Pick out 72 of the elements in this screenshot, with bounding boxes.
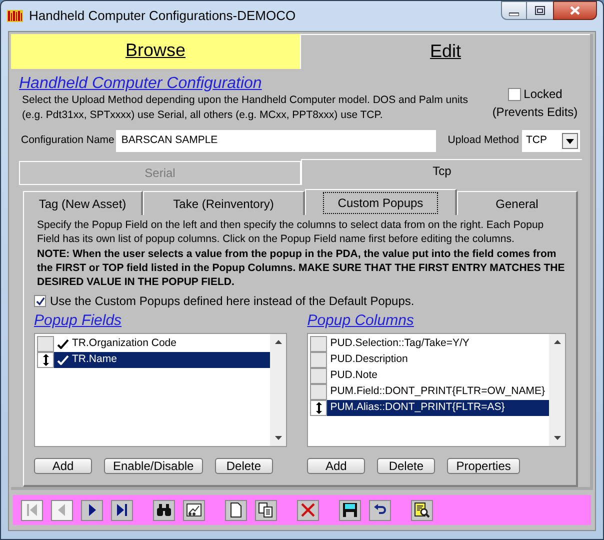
tab[interactable]: General	[457, 191, 578, 215]
list-item[interactable]: TR.Name	[37, 352, 270, 368]
tab[interactable]: Tag (New Asset)	[23, 191, 143, 215]
tab[interactable]: Edit	[300, 34, 590, 69]
list-heading: Popup Fields	[34, 312, 123, 330]
note-text: (Prevents Edits)	[492, 104, 578, 121]
document-magnifier-icon	[414, 502, 430, 518]
list-item[interactable]: TR.Organization Code	[37, 336, 270, 352]
scrollbar[interactable]	[270, 334, 286, 446]
button[interactable]: Enable/Disable	[104, 458, 203, 474]
cross-icon	[300, 502, 316, 518]
checkbox[interactable]	[508, 88, 521, 100]
button[interactable]: Delete	[377, 458, 436, 474]
checkbox-label: Locked	[524, 86, 562, 103]
list-item[interactable]: PUD.Selection::Tag/Take=Y/Y	[310, 336, 549, 352]
toolbar-button[interactable]	[183, 500, 205, 520]
button[interactable]: Delete	[214, 458, 273, 474]
binoculars-icon	[156, 502, 172, 518]
move-handle-icon	[314, 402, 323, 414]
checkmark-icon	[57, 339, 69, 349]
minimize-button[interactable]	[501, 1, 527, 20]
move-handle-icon	[42, 354, 50, 366]
toolbar-button[interactable]	[255, 500, 277, 520]
description-text: Select the Upload Method depending upon the Handheld Computer model. DOS and Palm units (e.g. Pdt31xx, SPTxxxx) use Serial, all others (e.g. MCxx, PPT8xxx) use TCP.	[21, 93, 469, 123]
dropdown-field[interactable]: TCP	[522, 130, 580, 152]
last-record-icon	[114, 502, 130, 518]
app-icon	[7, 8, 23, 24]
first-record-icon	[24, 502, 40, 518]
checkmark-icon	[57, 355, 69, 365]
section-heading: Handheld Computer Configuration	[19, 75, 263, 93]
copy-pages-icon	[258, 502, 274, 518]
list-item[interactable]: PUM.Alias::DONT_PRINT{FLTR=AS}	[310, 400, 549, 416]
toolbar-button[interactable]	[339, 500, 361, 520]
list-item[interactable]: PUD.Description	[310, 352, 549, 368]
toolbar-button[interactable]	[225, 500, 247, 520]
button[interactable]: Add	[34, 458, 92, 474]
input-field[interactable]: BARSCAN SAMPLE	[116, 130, 436, 152]
blank-page-icon	[228, 502, 244, 518]
scroll-down-icon	[274, 436, 282, 440]
toolbar-button[interactable]	[111, 500, 133, 520]
list-item[interactable]: PUM.Field::DONT_PRINT{FLTR=OW_NAME}	[310, 384, 549, 400]
tab[interactable]: Custom Popups	[305, 189, 457, 215]
toolbar-button[interactable]	[369, 500, 391, 520]
scroll-down-icon	[554, 436, 560, 440]
button[interactable]: Add	[307, 458, 366, 474]
dropdown-arrow-icon	[566, 138, 574, 144]
window-title: Handheld Computer Configurations-DEMOCO	[29, 7, 296, 26]
checkbox-label: Use the Custom Popups defined here instead of the Default Popups.	[50, 293, 414, 310]
toolbar-button[interactable]	[153, 500, 175, 520]
close-icon	[570, 6, 580, 15]
close-button[interactable]	[553, 1, 597, 20]
maximize-icon	[535, 6, 545, 15]
tab[interactable]: Tcp	[301, 159, 582, 185]
list-heading: Popup Columns	[307, 312, 415, 330]
checkmark-icon	[36, 296, 44, 306]
scrollbar[interactable]	[549, 334, 565, 446]
field-label: Configuration Name	[21, 133, 114, 148]
maximize-button[interactable]	[527, 1, 553, 20]
chart-icon	[186, 502, 202, 518]
toolbar-button[interactable]	[81, 500, 103, 520]
tab[interactable]: Take (Reinventory)	[143, 191, 305, 215]
scroll-up-icon	[554, 340, 560, 344]
checkbox[interactable]	[34, 295, 46, 307]
scroll-up-icon	[274, 340, 282, 344]
field-label: Upload Method	[448, 133, 519, 148]
minimize-icon	[509, 12, 519, 16]
list-item[interactable]: PUD.Note	[310, 368, 549, 384]
tab[interactable]: Browse	[11, 34, 300, 69]
toolbar-button[interactable]	[411, 500, 433, 520]
instructions-text: Specify the Popup Field on the left and then specify the columns to select data from on the right. Each Popup Field has its own list of popup columns. Click on the Popup Field name first before editing the columns.	[36, 218, 545, 246]
button[interactable]: Properties	[447, 458, 520, 474]
note-text: NOTE: When the user selects a value from the popup in the PDA, the value put into the field comes from the FIRST or TOP field listed in the Popup Columns. MAKE SURE THAT THE FIRST ENTRY MATCHES THE DESIRED VALUE IN THE POPUP FIELD.	[36, 247, 566, 289]
